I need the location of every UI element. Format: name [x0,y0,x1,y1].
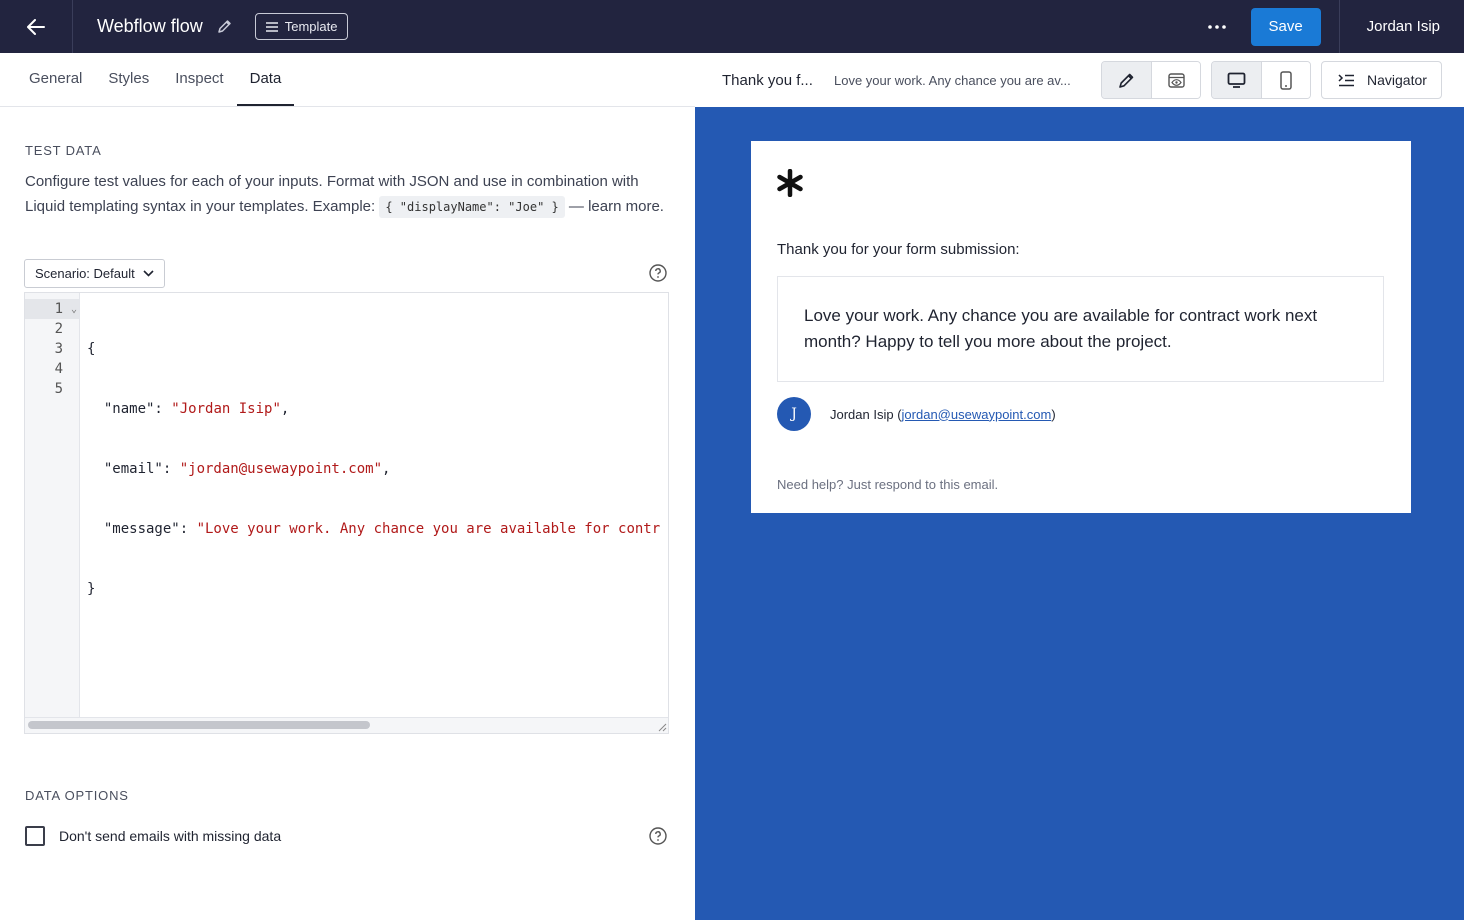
avatar: J [777,397,811,431]
email-intro-text: Thank you for your form submission: [777,241,1020,258]
help-icon[interactable] [649,827,667,845]
code-line: { [87,341,96,357]
learn-more-link[interactable]: — learn more. [565,198,664,215]
mode-toggle [1101,61,1201,99]
back-button[interactable] [0,0,73,53]
email-preview-text: Love your work. Any chance you are av... [834,72,1071,88]
arrow-left-icon [27,18,45,35]
missing-data-checkbox[interactable] [25,826,45,846]
asterisk-icon [777,169,803,197]
code-content[interactable]: { "name": "Jordan Isip", "email": "jorda… [87,297,660,639]
code-line: } [87,581,96,597]
email-subject: Thank you f... [722,71,813,89]
email-footer: Need help? Just respond to this email. [777,477,999,492]
list-icon [265,21,278,32]
desktop-view-button[interactable] [1212,62,1261,98]
template-badge[interactable]: Template [254,13,349,40]
desktop-icon [1227,72,1246,88]
preview-mode-button[interactable] [1151,62,1200,98]
top-bar: Webflow flow Template Save Jordan Isip [0,0,1464,53]
test-data-description: Configure test values for each of your i… [25,169,665,220]
pencil-icon [1119,73,1134,88]
missing-data-label[interactable]: Don't send emails with missing data [59,828,281,844]
chevron-down-icon [143,270,154,277]
email-preview-canvas: Thank you for your form submission: Love… [695,107,1464,920]
resize-handle-icon[interactable] [657,722,667,732]
user-menu[interactable]: Jordan Isip [1340,18,1464,35]
line-number: 3 [54,341,63,357]
tab-general[interactable]: General [16,53,95,106]
edit-mode-button[interactable] [1102,62,1151,98]
horizontal-scrollbar[interactable] [25,717,668,733]
line-number-gutter: 1 ⌄ 2 3 4 5 [25,293,80,717]
code-line: "name": "Jordan Isip", [87,401,290,417]
message-box: Love your work. Any chance you are avail… [777,276,1384,382]
sender-email-link[interactable]: jordan@usewaypoint.com [902,407,1052,422]
mobile-icon [1280,70,1292,90]
navigator-label: Navigator [1367,72,1427,88]
device-toggle [1211,61,1311,99]
line-number: 5 [54,381,63,397]
sender-name: Jordan Isip [830,406,894,422]
pencil-icon [217,20,231,33]
save-button[interactable]: Save [1250,7,1321,46]
sender-row: J Jordan Isip (jordan@usewaypoint.com) [777,397,1056,431]
scenario-select[interactable]: Scenario: Default [24,259,165,288]
template-label: Template [284,19,338,34]
json-editor[interactable]: 1 ⌄ 2 3 4 5 { "name": "Jordan Isip", "ema… [24,292,669,734]
code-line: "message": "Love your work. Any chance y… [87,521,661,537]
flow-title: Webflow flow [97,16,203,36]
topbar-actions: Save Jordan Isip [1199,0,1464,53]
scenario-label: Scenario: Default [35,266,135,281]
email-card[interactable]: Thank you for your form submission: Love… [751,141,1411,513]
data-options-heading: DATA OPTIONS [25,788,129,803]
more-options-button[interactable] [1199,9,1235,45]
help-icon[interactable] [649,264,667,282]
tab-inspect[interactable]: Inspect [162,53,236,106]
edit-title-button[interactable] [217,19,232,34]
preview-toolbar: Thank you f... Love your work. Any chanc… [695,53,1464,107]
ellipsis-icon [1207,24,1226,29]
line-number: 1 ⌄ [25,299,79,319]
scrollbar-thumb[interactable] [28,721,370,729]
left-panel: General Styles Inspect Data TEST DATA Co… [0,53,695,920]
sender-info: Jordan Isip (jordan@usewaypoint.com) [830,406,1056,422]
code-line: "email": "jordan@usewaypoint.com", [87,461,391,477]
mobile-view-button[interactable] [1261,62,1310,98]
tab-bar: General Styles Inspect Data [0,53,695,107]
example-code: { "displayName": "Joe" } [379,196,565,218]
tab-styles[interactable]: Styles [95,53,162,106]
fold-chevron-icon[interactable]: ⌄ [71,300,77,320]
navigator-button[interactable]: Navigator [1321,61,1442,99]
navigator-icon [1338,73,1354,86]
line-number: 2 [54,321,63,337]
test-data-heading: TEST DATA [25,143,102,158]
line-number: 4 [54,361,63,377]
eye-icon [1167,72,1185,88]
tab-data[interactable]: Data [236,53,295,106]
missing-data-option: Don't send emails with missing data [25,826,281,846]
